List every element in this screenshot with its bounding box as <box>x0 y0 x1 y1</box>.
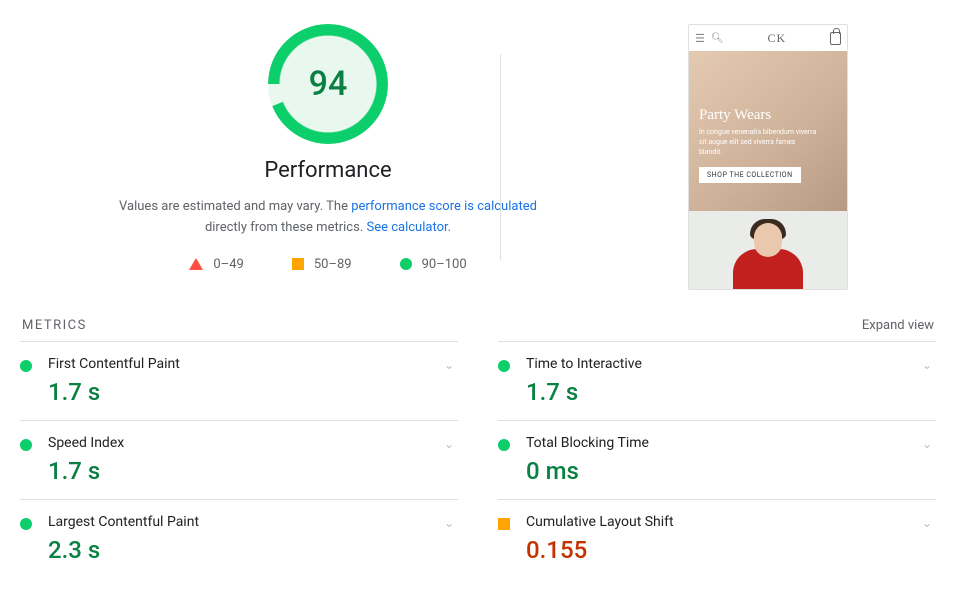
notes-mid: directly from these metrics. <box>205 220 367 235</box>
page-screenshot-thumbnail: ☰ 🔍︎ CK Party Wears In congue venenatis … <box>688 24 848 290</box>
thumb-cta-button: SHOP THE COLLECTION <box>699 167 801 183</box>
thumb-hero: Party Wears In congue venenatis bibendum… <box>689 51 847 211</box>
scale-pass-label: 90–100 <box>422 257 467 272</box>
score-calc-link[interactable]: performance score is calculated <box>351 199 537 214</box>
square-icon <box>498 518 510 530</box>
metric-tbt[interactable]: Total Blocking Time 0 ms ⌄ <box>498 420 936 499</box>
thumb-header: ☰ 🔍︎ CK <box>689 25 847 51</box>
circle-icon <box>498 360 510 372</box>
chevron-down-icon: ⌄ <box>444 437 454 451</box>
metric-value: 2.3 s <box>48 536 452 564</box>
metric-body: Largest Contentful Paint 2.3 s <box>48 514 452 564</box>
thumb-hero-subtitle: In congue venenatis bibendum viverra sit… <box>699 128 819 157</box>
score-gauge: 94 <box>268 24 388 144</box>
metric-label: First Contentful Paint <box>48 356 452 372</box>
metric-fcp[interactable]: First Contentful Paint 1.7 s ⌄ <box>20 341 458 420</box>
thumb-hero-title: Party Wears <box>699 107 837 124</box>
gauge-wrap: 94 Performance <box>108 24 548 183</box>
see-calculator-link[interactable]: See calculator. <box>366 220 451 235</box>
thumb-logo: CK <box>724 31 830 46</box>
expand-view-toggle[interactable]: Expand view <box>862 318 934 333</box>
metric-si[interactable]: Speed Index 1.7 s ⌄ <box>20 420 458 499</box>
performance-report: 94 Performance Values are estimated and … <box>0 0 956 608</box>
scale-pass: 90–100 <box>400 257 467 272</box>
metric-body: Time to Interactive 1.7 s <box>526 356 930 406</box>
thumb-body <box>689 211 847 289</box>
score-scale-legend: 0–49 50–89 90–100 <box>108 257 548 272</box>
metric-body: Speed Index 1.7 s <box>48 435 452 485</box>
metric-body: Cumulative Layout Shift 0.155 <box>526 514 930 564</box>
thumb-header-left: ☰ 🔍︎ <box>695 32 724 45</box>
chevron-down-icon: ⌄ <box>922 437 932 451</box>
circle-icon <box>498 439 510 451</box>
metric-label: Largest Contentful Paint <box>48 514 452 530</box>
scale-avg-label: 50–89 <box>314 257 352 272</box>
metric-body: Total Blocking Time 0 ms <box>526 435 930 485</box>
search-icon: 🔍︎ <box>711 33 724 44</box>
chevron-down-icon: ⌄ <box>444 358 454 372</box>
scale-fail: 0–49 <box>189 257 243 272</box>
metric-label: Total Blocking Time <box>526 435 930 451</box>
score-panel: 94 Performance Values are estimated and … <box>108 24 548 290</box>
chevron-down-icon: ⌄ <box>444 516 454 530</box>
hamburger-icon: ☰ <box>695 32 705 45</box>
scale-fail-label: 0–49 <box>213 257 243 272</box>
circle-icon <box>20 518 32 530</box>
score-title: Performance <box>264 158 391 183</box>
metric-value: 1.7 s <box>526 378 930 406</box>
thumb-face <box>754 223 782 257</box>
metric-value: 0.155 <box>526 536 930 564</box>
metric-lcp[interactable]: Largest Contentful Paint 2.3 s ⌄ <box>20 499 458 578</box>
metrics-header: METRICS Expand view <box>20 318 936 333</box>
chevron-down-icon: ⌄ <box>922 358 932 372</box>
metric-value: 1.7 s <box>48 378 452 406</box>
square-icon <box>292 258 304 270</box>
score-value: 94 <box>268 24 388 144</box>
metric-label: Time to Interactive <box>526 356 930 372</box>
metrics-grid: First Contentful Paint 1.7 s ⌄ Time to I… <box>20 341 936 578</box>
metric-body: First Contentful Paint 1.7 s <box>48 356 452 406</box>
metric-value: 0 ms <box>526 457 930 485</box>
metric-cls[interactable]: Cumulative Layout Shift 0.155 ⌄ <box>498 499 936 578</box>
circle-icon <box>20 360 32 372</box>
thumb-person <box>733 219 803 289</box>
triangle-icon <box>189 258 203 270</box>
chevron-down-icon: ⌄ <box>922 516 932 530</box>
metric-label: Speed Index <box>48 435 452 451</box>
score-description: Values are estimated and may vary. The p… <box>108 197 548 239</box>
scale-average: 50–89 <box>292 257 352 272</box>
circle-icon <box>20 439 32 451</box>
metric-label: Cumulative Layout Shift <box>526 514 930 530</box>
metric-tti[interactable]: Time to Interactive 1.7 s ⌄ <box>498 341 936 420</box>
notes-prefix: Values are estimated and may vary. The <box>119 199 351 214</box>
circle-icon <box>400 258 412 270</box>
metrics-title: METRICS <box>22 318 87 333</box>
hero-row: 94 Performance Values are estimated and … <box>20 24 936 290</box>
shopping-bag-icon <box>830 32 841 45</box>
vertical-divider <box>500 54 501 260</box>
metric-value: 1.7 s <box>48 457 452 485</box>
